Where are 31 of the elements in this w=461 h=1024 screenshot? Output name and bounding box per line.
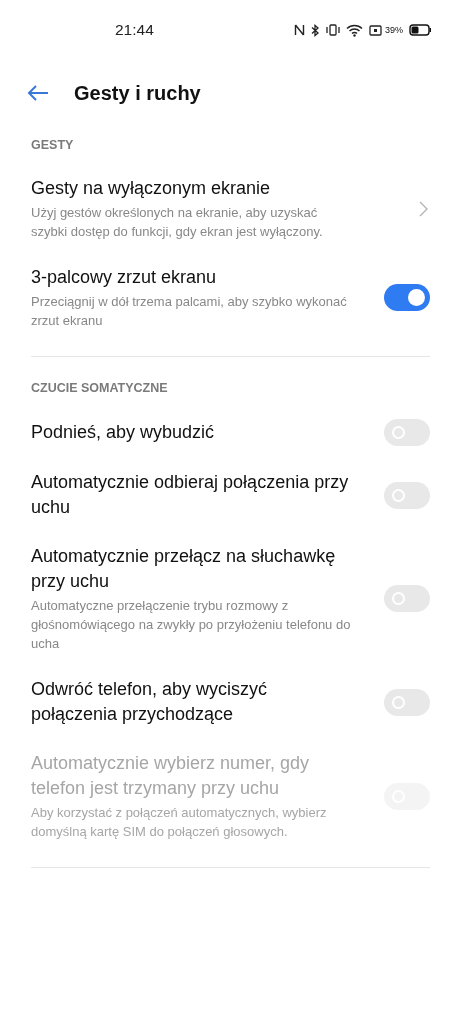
setting-description: Przeciągnij w dół trzema palcami, aby szybko wykonać zrzut ekranu xyxy=(31,293,348,330)
screen-cast-icon xyxy=(369,24,382,36)
status-time: 21:44 xyxy=(115,21,154,39)
vibrate-icon xyxy=(326,24,340,36)
bluetooth-icon xyxy=(311,23,320,37)
setting-title: Podnieś, aby wybudzić xyxy=(31,421,216,444)
chevron-right-icon xyxy=(419,200,428,217)
setting-description: Automatyczne przełączenie trybu rozmowy z głośnomówiącego na zwykły po przyłożeniu telefonu do ucha xyxy=(31,597,352,653)
battery-percent: 39% xyxy=(385,25,403,35)
setting-title: Automatycznie przełącz na słuchawkę przy uchu xyxy=(31,545,337,593)
setting-row[interactable]: Automatycznie przełącz na słuchawkę przy uchu Automatyczne przełączenie trybu rozmowy z głośnomówiącego na zwykły po przyłożeniu telefonu do ucha xyxy=(0,532,461,665)
setting-row[interactable]: Odwróć telefon, aby wyciszyć połączenia przychodzące xyxy=(0,665,461,739)
setting-title: Gesty na wyłączonym ekranie xyxy=(31,177,272,200)
setting-row[interactable]: 3-palcowy zrzut ekranu Przeciągnij w dół trzema palcami, aby szybko wykonać zrzut ekranu xyxy=(0,253,461,342)
setting-description: Użyj gestów określonych na ekranie, aby uzyskać szybki dostęp do funkcji, gdy ekran jest wyłączony. xyxy=(31,204,324,241)
setting-title: 3-palcowy zrzut ekranu xyxy=(31,266,218,289)
wifi-icon xyxy=(346,23,363,37)
battery-icon xyxy=(409,24,431,36)
toggle-switch[interactable] xyxy=(384,284,430,311)
section-header: GESTY xyxy=(30,137,75,154)
page-title: Gesty i ruchy xyxy=(74,81,201,105)
setting-title: Automatycznie odbieraj połączenia przy uchu xyxy=(31,471,350,519)
setting-row[interactable]: Podnieś, aby wybudzić xyxy=(0,407,461,458)
section-header: CZUCIE SOMATYCZNE xyxy=(30,380,169,397)
setting-title: Automatycznie wybierz numer, gdy telefon jest trzymany przy uchu xyxy=(31,752,311,800)
setting-row[interactable]: Automatycznie odbieraj połączenia przy uchu xyxy=(0,458,461,532)
setting-title: Odwróć telefon, aby wyciszyć połączenia przychodzące xyxy=(31,678,269,726)
nfc-icon xyxy=(294,24,305,36)
setting-row[interactable]: Gesty na wyłączonym ekranie Użyj gestów określonych na ekranie, aby uzyskać szybki dostęp do funkcji, gdy ekran jest wyłączony. xyxy=(0,164,461,253)
back-button[interactable] xyxy=(27,85,49,101)
setting-description: Aby korzystać z połączeń automatycznych, wybierz domyślną kartę SIM do połączeń głosowych. xyxy=(31,804,328,841)
